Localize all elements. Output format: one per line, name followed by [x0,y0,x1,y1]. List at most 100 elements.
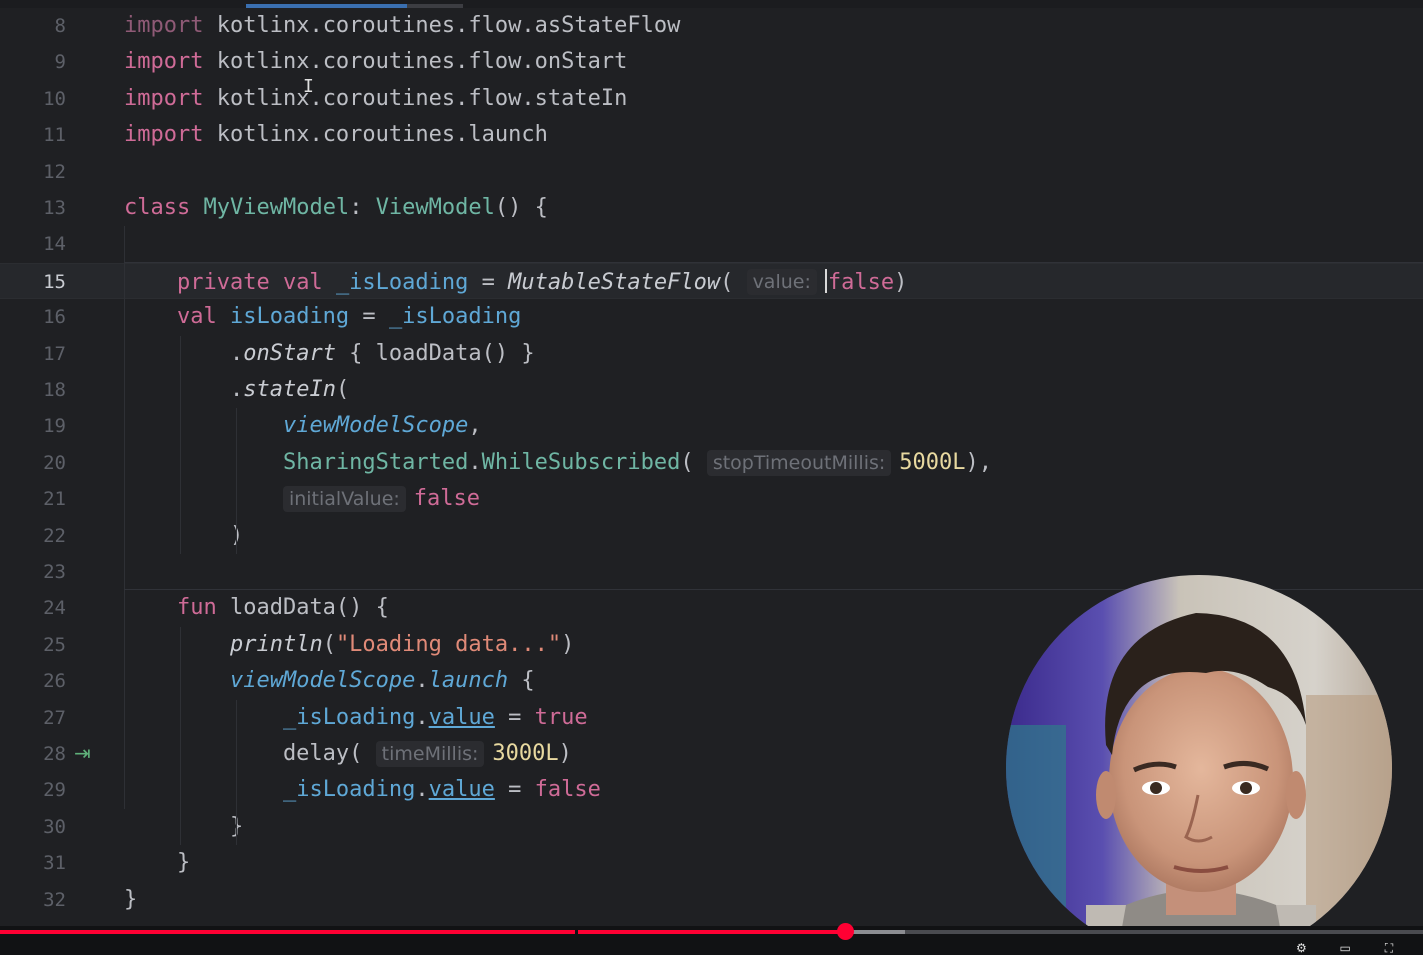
miniplayer-icon[interactable]: ▭ [1325,941,1365,955]
code-line[interactable]: 9 import kotlinx.coroutines.flow.onStart [0,44,1423,80]
code-text[interactable]: import kotlinx.coroutines.flow.onStart [124,49,627,75]
code-text[interactable]: delay( timeMillis: 3000L) [124,741,572,767]
code-line[interactable]: 15 private val _isLoading = MutableState… [0,262,1423,300]
code-line[interactable]: 17 .onStart { loadData() } [0,336,1423,372]
line-number[interactable]: 14 [0,233,66,255]
code-text[interactable]: import kotlinx.coroutines.flow.stateIn [124,86,627,112]
code-text[interactable]: val isLoading = _isLoading [124,304,521,330]
progress-played [0,930,846,934]
line-number[interactable]: 23 [0,561,66,583]
code-token: true [534,704,588,730]
code-token: kotlinx.coroutines.flow.asStateFlow [203,13,681,38]
line-number[interactable]: 30 [0,816,66,838]
line-number[interactable]: 8 [0,15,66,37]
code-line[interactable]: 21 initialValue: false [0,481,1423,517]
code-text[interactable]: import kotlinx.coroutines.launch [124,122,548,148]
line-number[interactable]: 20 [0,452,66,474]
line-number[interactable]: 11 [0,124,66,146]
suspend-call-icon[interactable]: ⇥ [74,741,91,765]
parameter-hint: value: [746,268,817,295]
code-token: false [413,486,481,512]
code-token: ) [561,631,575,657]
code-token: delay( [124,741,376,766]
line-number[interactable]: 12 [0,161,66,183]
code-token: = [468,269,509,295]
text-caret [824,268,827,293]
line-number[interactable]: 16 [0,306,66,328]
code-line[interactable]: 8 import kotlinx.coroutines.flow.asStateF… [0,8,1423,44]
code-text[interactable]: class MyViewModel: ViewModel() { [124,195,548,221]
code-line[interactable]: 10 import kotlinx.coroutines.flow.stateIn [0,81,1423,117]
code-text[interactable]: } [124,850,190,876]
code-line[interactable]: 13 class MyViewModel: ViewModel() { [0,190,1423,226]
line-number[interactable]: 19 [0,415,66,437]
line-number[interactable]: 21 [0,488,66,510]
code-token: println [229,631,323,657]
code-text[interactable]: .stateIn( [124,377,349,403]
line-number[interactable]: 24 [0,597,66,619]
indent-guide [236,408,237,554]
code-token: WhileSubscribed [481,449,681,475]
indent-guide [180,626,181,846]
code-text[interactable]: ) [124,523,243,549]
code-token: ) [124,522,244,548]
code-token: . [415,704,429,730]
code-text[interactable]: .onStart { loadData() } [124,341,535,367]
code-line[interactable]: 11 import kotlinx.coroutines.launch [0,117,1423,153]
presenter-webcam [1006,575,1392,955]
line-number[interactable]: 18 [0,379,66,401]
settings-icon[interactable]: ⚙ [1281,941,1321,955]
line-number[interactable]: 26 [0,670,66,692]
code-text[interactable]: } [124,887,137,913]
line-number[interactable]: 10 [0,88,66,110]
code-text[interactable]: private val _isLoading = MutableStateFlo… [124,268,908,296]
code-line[interactable]: 19 viewModelScope, [0,408,1423,444]
line-number[interactable]: 27 [0,707,66,729]
code-line[interactable]: 16 val isLoading = _isLoading [0,299,1423,335]
line-number[interactable]: 15 [0,271,66,293]
code-line[interactable]: 18 .stateIn( [0,372,1423,408]
indent-guide [124,226,125,809]
code-text[interactable]: _isLoading.value = false [124,777,601,803]
code-token: stateIn [243,377,336,402]
code-token: class [124,195,204,220]
line-number[interactable]: 29 [0,779,66,801]
fullscreen-icon[interactable]: ⛶ [1369,941,1409,955]
code-text[interactable]: println("Loading data...") [124,632,574,658]
code-line[interactable]: 14 [0,226,1423,262]
line-number[interactable]: 32 [0,889,66,911]
code-text[interactable]: _isLoading.value = true [124,705,588,731]
line-number[interactable]: 28 [0,743,66,765]
code-token: , [468,413,482,439]
code-token: } [124,886,138,912]
code-text[interactable]: viewModelScope, [124,413,482,439]
line-number[interactable]: 25 [0,634,66,656]
code-token: : [349,195,376,220]
code-text[interactable]: SharingStarted.WhileSubscribed( stopTime… [124,449,992,476]
code-line[interactable]: 12 [0,154,1423,190]
code-token: . [415,777,429,803]
code-token: value [428,777,495,803]
line-number[interactable]: 31 [0,852,66,874]
line-number[interactable]: 9 [0,51,66,73]
code-text[interactable]: } [124,814,243,840]
code-text[interactable]: viewModelScope.launch { [124,668,535,694]
code-text[interactable]: initialValue: false [124,486,481,513]
code-token: ) [894,269,908,295]
line-number[interactable]: 13 [0,197,66,219]
code-line[interactable]: 20 SharingStarted.WhileSubscribed( stopT… [0,445,1423,481]
line-number[interactable]: 22 [0,525,66,547]
line-number[interactable]: 17 [0,343,66,365]
code-text[interactable]: import kotlinx.coroutines.flow.asStateFl… [124,13,680,39]
code-token: } [124,813,244,839]
code-line[interactable]: 22 ) [0,518,1423,554]
code-text[interactable]: fun loadData() { [124,595,389,621]
